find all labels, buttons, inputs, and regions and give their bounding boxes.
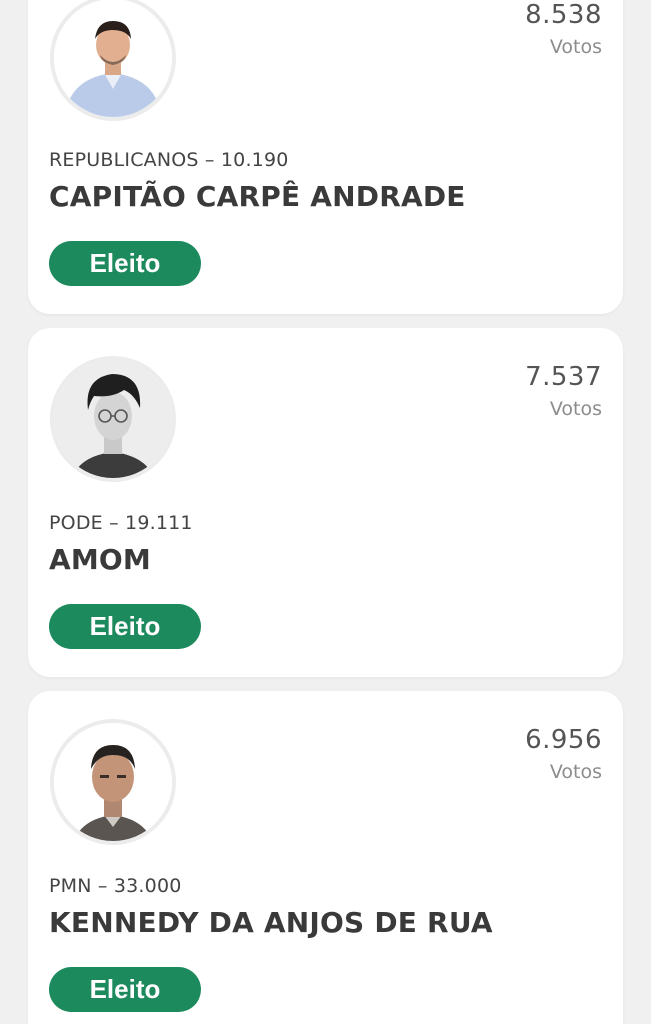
candidate-photo — [50, 356, 176, 482]
status-badge: Eleito — [49, 604, 201, 649]
votes-count: 6.956 — [525, 725, 602, 755]
candidate-photo — [50, 0, 176, 121]
votes-block: 7.537 Votos — [525, 362, 602, 424]
candidate-photo — [50, 719, 176, 845]
party-number: PODE – 19.111 — [49, 512, 193, 534]
candidate-card[interactable]: 6.956 Votos PMN – 33.000 KENNEDY DA ANJO… — [28, 691, 623, 1024]
candidate-list: 8.538 Votos REPUBLICANOS – 10.190 CAPITÃ… — [0, 0, 651, 1024]
candidate-card[interactable]: 7.537 Votos PODE – 19.111 AMOM Eleito — [28, 328, 623, 677]
status-badge: Eleito — [49, 241, 201, 286]
votes-block: 8.538 Votos — [525, 0, 602, 62]
candidate-card[interactable]: 8.538 Votos REPUBLICANOS – 10.190 CAPITÃ… — [28, 0, 623, 314]
candidate-name: AMOM — [49, 543, 151, 576]
votes-count: 8.538 — [525, 0, 602, 30]
status-badge: Eleito — [49, 967, 201, 1012]
candidate-name: CAPITÃO CARPÊ ANDRADE — [49, 180, 466, 213]
party-number: REPUBLICANOS – 10.190 — [49, 149, 289, 171]
votes-label: Votos — [549, 398, 602, 420]
party-number: PMN – 33.000 — [49, 875, 182, 897]
votes-label: Votos — [549, 761, 602, 783]
votes-block: 6.956 Votos — [525, 725, 602, 787]
votes-count: 7.537 — [525, 362, 602, 392]
votes-label: Votos — [549, 36, 602, 58]
candidate-name: KENNEDY DA ANJOS DE RUA — [49, 906, 493, 939]
